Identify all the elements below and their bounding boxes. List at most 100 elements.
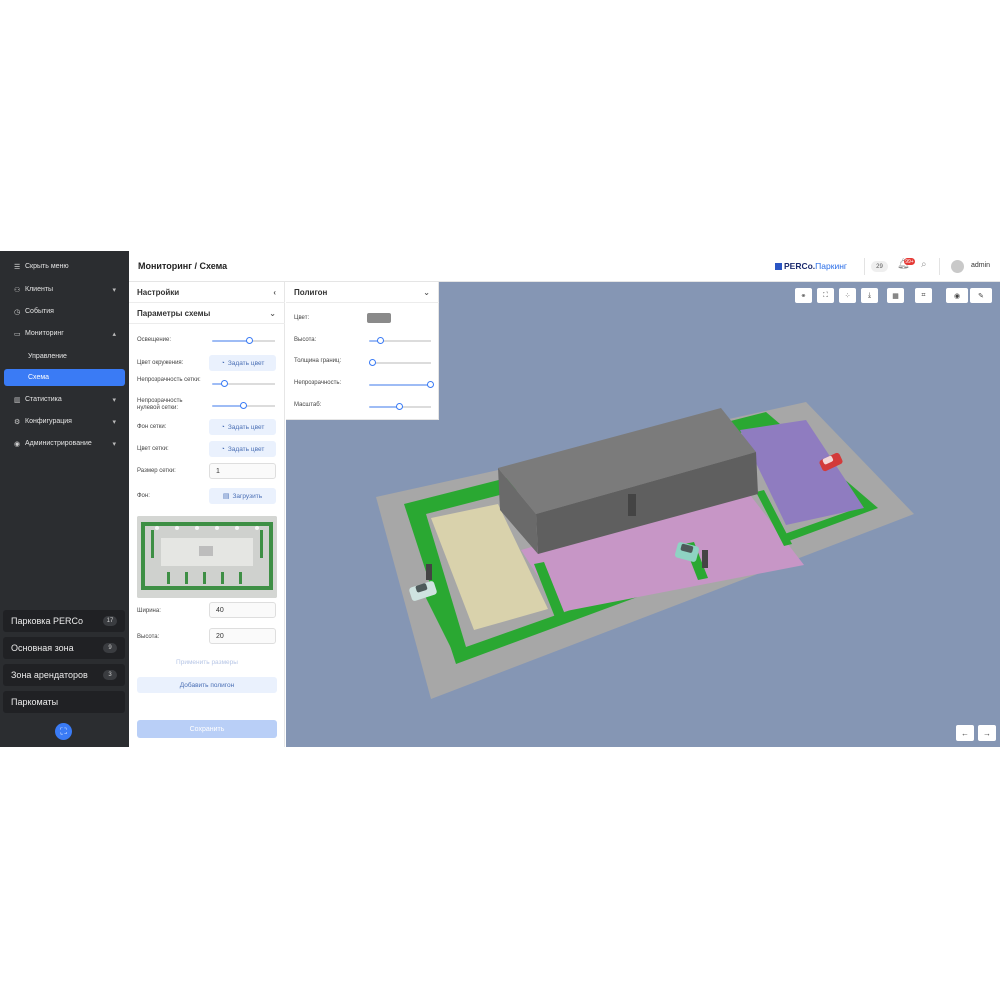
sidebar-item-events[interactable]: ◷ События	[4, 303, 125, 320]
grid-bg-label: Фон сетки:	[137, 424, 167, 430]
logo-icon	[775, 262, 782, 270]
chevron-down-icon[interactable]: ⌄	[423, 288, 430, 297]
polygon-border-label: Толщина границ:	[294, 358, 342, 364]
divider	[864, 258, 865, 275]
env-color-button[interactable]: ◔ Задать цвет	[209, 355, 276, 371]
zone-item[interactable]: Паркоматы	[3, 691, 125, 713]
settings-panel: Настройки ‹ Параметры схемы ⌄ Освещение:…	[129, 282, 285, 747]
button-label: Задать цвет	[227, 423, 265, 431]
zone-item[interactable]: Основная зона 9	[3, 637, 125, 659]
download-icon[interactable]: ⤓	[861, 288, 878, 303]
slider-knob[interactable]	[246, 337, 253, 344]
slider-knob[interactable]	[377, 337, 384, 344]
chevron-down-icon: ▾	[112, 396, 116, 404]
slider-track	[372, 362, 431, 364]
sidebar-item-administration[interactable]: ◉ Администрирование ▾	[4, 435, 125, 452]
frame-icon[interactable]: ⛶	[55, 723, 72, 740]
slider-knob[interactable]	[427, 381, 434, 388]
background-preview	[137, 516, 277, 598]
sidebar-item-schema[interactable]: Схема	[4, 369, 125, 386]
chevron-down-icon: ▾	[112, 286, 116, 294]
zone-item[interactable]: Парковка PERCo 17	[3, 610, 125, 632]
settings-title: Настройки	[137, 287, 180, 297]
palette-icon: ◔	[220, 423, 225, 431]
env-color-label: Цвет окружения:	[137, 360, 184, 366]
slider-knob[interactable]	[240, 402, 247, 409]
arrow-left-icon[interactable]: ←	[956, 725, 974, 741]
chevron-down-icon: ▾	[112, 440, 116, 448]
user-name[interactable]: admin	[971, 262, 990, 269]
zone-count-badge: 9	[103, 643, 117, 653]
height-input[interactable]: 20	[209, 628, 276, 644]
add-polygon-button[interactable]: Добавить полигон	[137, 677, 277, 693]
focus-icon[interactable]: ⌗	[915, 288, 932, 303]
sidebar-item-management[interactable]: Управление	[4, 348, 125, 365]
arrow-right-icon[interactable]: →	[978, 725, 996, 741]
count-badge[interactable]: 29	[871, 261, 888, 272]
sidebar-item-label: События	[25, 308, 54, 315]
zone-count-badge: 17	[103, 616, 117, 626]
grid-bg-color-button[interactable]: ◔ Задать цвет	[209, 419, 276, 435]
sidebar-item-hide-menu[interactable]: ☰ Скрыть меню	[4, 258, 125, 275]
zone-item[interactable]: Зона арендаторов 3	[3, 664, 125, 686]
upload-button[interactable]: ▤ Загрузить	[209, 488, 276, 504]
polygon-opacity-label: Непрозрачность:	[294, 380, 342, 386]
sidebar-item-configuration[interactable]: ⚙ Конфигурация ▾	[4, 413, 125, 430]
settings-header[interactable]: Настройки ‹	[129, 282, 285, 303]
polygon-scale-label: Масштаб:	[294, 402, 322, 408]
link-icon[interactable]: ⚭	[795, 288, 812, 303]
sidebar-item-label: Конфигурация	[25, 418, 72, 425]
polygon-header[interactable]: Полигон ⌄	[286, 282, 439, 303]
sidebar-item-statistics[interactable]: ▥ Статистика ▾	[4, 391, 125, 408]
zero-grid-opacity-slider[interactable]	[212, 402, 275, 409]
zero-grid-opacity-label: Непрозрачность нулевой сетки:	[137, 398, 183, 411]
grid-size-input[interactable]: 1	[209, 463, 276, 479]
slider-knob[interactable]	[369, 359, 376, 366]
polygon-height-slider[interactable]	[369, 337, 431, 344]
zone-label: Паркоматы	[11, 697, 59, 707]
sidebar-item-monitoring[interactable]: ▭ Мониторинг ▴	[4, 325, 125, 342]
chevron-up-icon: ▴	[112, 330, 116, 338]
schema-params-title: Параметры схемы	[137, 308, 211, 318]
notification-badge: 99+	[904, 258, 915, 265]
eye-icon[interactable]: ◉	[946, 288, 968, 303]
polygon-scale-slider[interactable]	[369, 403, 431, 410]
chevron-down-icon[interactable]: ⌄	[269, 309, 276, 318]
apply-size-button[interactable]: Применить размеры	[137, 654, 277, 670]
brand-logo: PERCo. Паркинг	[775, 261, 847, 271]
search-icon[interactable]: ⌕	[921, 259, 927, 270]
gate-post	[628, 494, 636, 516]
polygon-opacity-slider[interactable]	[369, 381, 434, 388]
preview-image	[137, 516, 277, 598]
grid-opacity-slider[interactable]	[212, 380, 275, 387]
save-button[interactable]: Сохранить	[137, 720, 277, 738]
sidebar-item-clients[interactable]: ⚇ Клиенты ▾	[4, 281, 125, 298]
palette-icon: ◔	[220, 359, 225, 367]
button-label: Задать цвет	[227, 359, 265, 367]
config-icon: ⚙	[14, 418, 21, 426]
fullscreen-icon[interactable]: ⛶	[817, 288, 834, 303]
chevron-down-icon: ▾	[112, 418, 116, 426]
avatar[interactable]	[951, 260, 964, 273]
zone-label: Парковка PERCo	[11, 616, 83, 626]
share-icon[interactable]: ⁘	[839, 288, 856, 303]
width-input[interactable]: 40	[209, 602, 276, 618]
slider-track	[250, 340, 275, 342]
polygon-color-swatch[interactable]	[367, 313, 391, 323]
zone-count-badge: 3	[103, 670, 117, 680]
grid-color-button[interactable]: ◔ Задать цвет	[209, 441, 276, 457]
slider-track	[381, 340, 431, 342]
polygon-border-slider[interactable]	[369, 359, 431, 366]
slider-knob[interactable]	[396, 403, 403, 410]
divider	[939, 258, 940, 275]
lighting-slider[interactable]	[212, 337, 275, 344]
schema-params-header[interactable]: Параметры схемы ⌄	[129, 303, 285, 324]
pencil-icon[interactable]: ✎	[970, 288, 992, 303]
slider-knob[interactable]	[221, 380, 228, 387]
header: Мониторинг / Схема PERCo. Паркинг 29 🔔︎ …	[129, 251, 1000, 282]
events-icon: ◷	[14, 308, 21, 316]
zone-label: Зона арендаторов	[11, 670, 88, 680]
chevron-left-icon[interactable]: ‹	[273, 288, 276, 297]
layout-icon[interactable]: ▦	[887, 288, 904, 303]
sidebar-item-label: Схема	[28, 374, 50, 381]
